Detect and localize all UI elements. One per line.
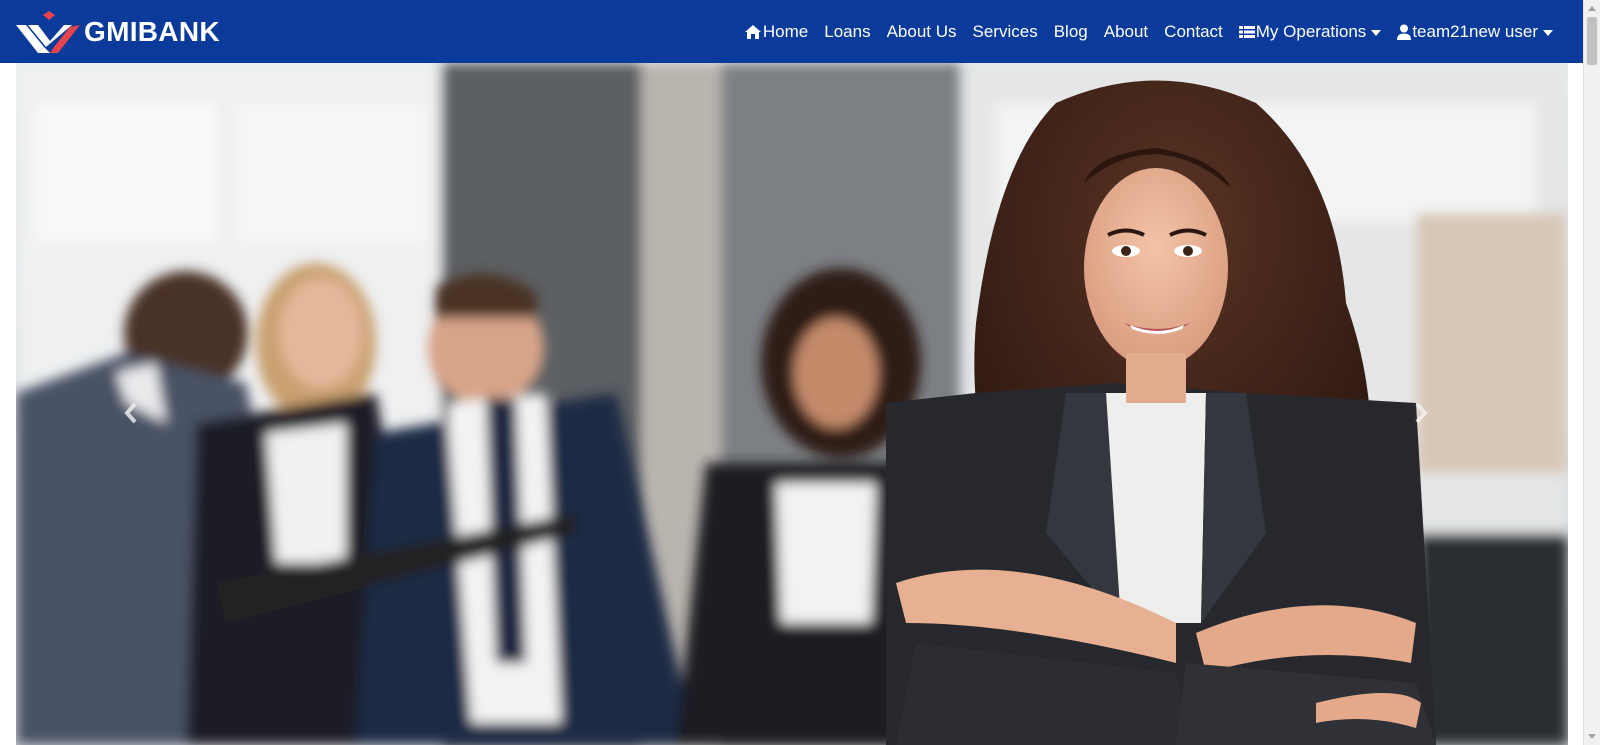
nav-item-loans[interactable]: Loans [816, 22, 878, 42]
carousel-prev-button[interactable] [116, 393, 146, 433]
chevron-left-icon [124, 402, 137, 424]
nav-item-services-label: Services [972, 21, 1038, 41]
nav-item-blog[interactable]: Blog [1046, 22, 1096, 42]
page-scrollbar[interactable] [1583, 0, 1600, 745]
nav-item-home-label: Home [762, 21, 809, 41]
nav-item-my-operations[interactable]: My Operations [1231, 22, 1390, 42]
scroll-up-icon[interactable] [1588, 6, 1596, 11]
nav-item-services[interactable]: Services [965, 22, 1046, 42]
nav-item-my-operations-label: My Operations [1255, 21, 1367, 41]
nav-item-contact-label: Contact [1164, 21, 1223, 41]
nav-menu: Home Loans About Us Services Blog About … [736, 0, 1561, 63]
nav-item-user-account[interactable]: team21new user [1389, 22, 1561, 42]
nav-item-contact[interactable]: Contact [1156, 22, 1231, 42]
brand[interactable]: GMIBANK [16, 11, 220, 53]
scroll-down-icon[interactable] [1588, 734, 1596, 739]
nav-item-about-label: About [1103, 21, 1149, 41]
nav-item-home[interactable]: Home [736, 22, 816, 42]
brand-name: GMIBANK [84, 16, 220, 47]
carousel-next-button[interactable] [1406, 393, 1436, 433]
chevron-right-icon [1415, 402, 1428, 424]
chevron-down-icon [1543, 29, 1553, 36]
user-icon [1397, 24, 1412, 40]
nav-item-about[interactable]: About [1096, 22, 1156, 42]
nav-item-user-account-label: team21new user [1412, 21, 1538, 41]
scroll-thumb[interactable] [1587, 17, 1597, 65]
business-team-photo [16, 63, 1568, 745]
page: GMIBANK Home Loans About Us Services Blo… [0, 0, 1600, 745]
nav-item-about-us[interactable]: About Us [879, 22, 965, 42]
nav-item-blog-label: Blog [1053, 21, 1088, 41]
gmibank-logo-icon [16, 11, 80, 53]
table-list-icon [1238, 25, 1255, 38]
chevron-down-icon [1371, 29, 1382, 36]
top-navbar: GMIBANK Home Loans About Us Services Blo… [0, 0, 1583, 63]
hero-carousel [16, 63, 1568, 745]
nav-item-loans-label: Loans [824, 21, 871, 41]
nav-item-about-us-label: About Us [886, 21, 957, 41]
home-icon [744, 24, 761, 39]
